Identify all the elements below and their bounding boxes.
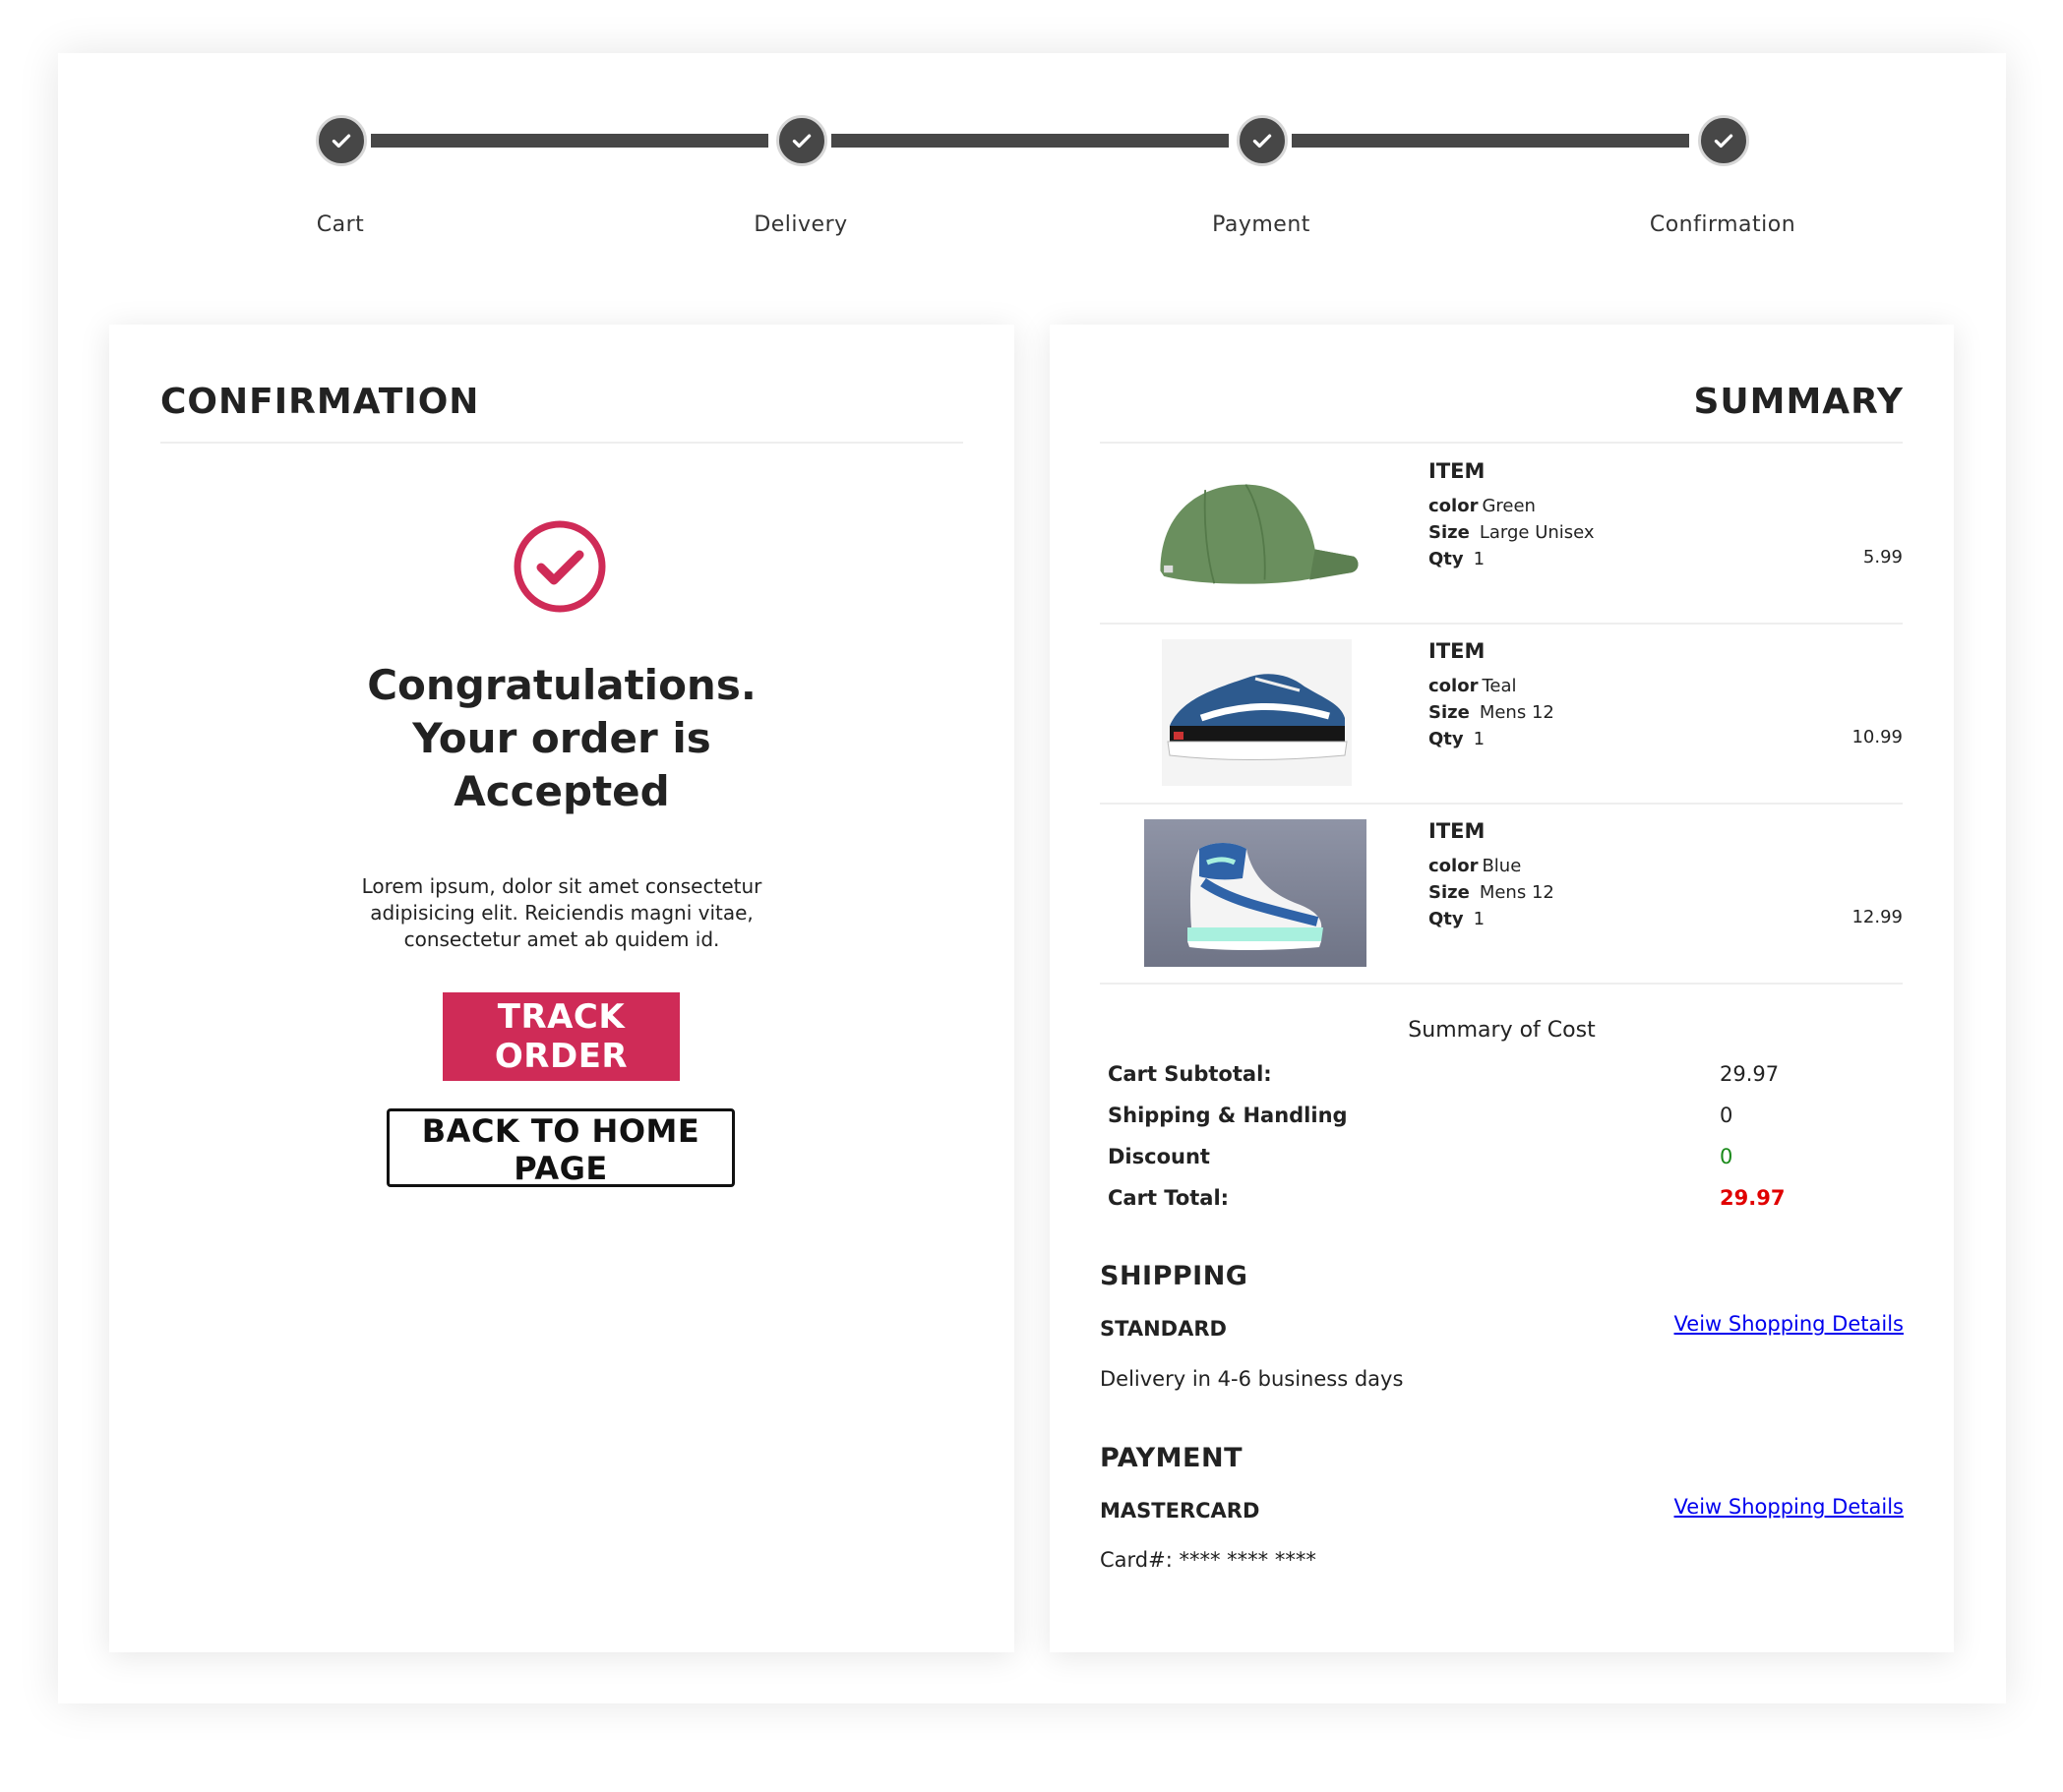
cart-item: ITEM color Green Size Large Unisex Qty 1 5.…: [1100, 443, 1903, 623]
item-title: ITEM: [1428, 459, 1486, 483]
payment-method: MASTERCARD: [1100, 1499, 1260, 1523]
item-color-label: color: [1428, 676, 1479, 696]
checkout-stepper: Cart Delivery Payment Confirmation: [58, 53, 2006, 309]
item-size: Mens 12: [1479, 882, 1554, 903]
shipping-title: SHIPPING: [1100, 1261, 1248, 1291]
item-color-label: color: [1428, 856, 1479, 876]
step-payment-check-icon: [1237, 115, 1288, 166]
cost-total-value: 29.97: [1720, 1186, 1786, 1210]
success-check-icon: [514, 520, 606, 613]
item-qty: 1: [1473, 549, 1486, 569]
divider: [160, 442, 963, 444]
item-color: Blue: [1482, 856, 1522, 876]
green-cap-image: [1160, 484, 1359, 584]
step-label-cart: Cart: [316, 212, 365, 237]
confirmation-panel: CONFIRMATION Congratulations. Your order…: [109, 325, 1014, 1652]
item-title: ITEM: [1428, 639, 1486, 663]
success-heading: Congratulations. Your order is Accepted: [267, 659, 857, 818]
item-size-label: Size: [1428, 522, 1470, 543]
step-confirmation-check-icon: [1698, 115, 1749, 166]
confirmation-title: CONFIRMATION: [160, 382, 480, 422]
item-size-label: Size: [1428, 882, 1470, 903]
item-price: 10.99: [1851, 727, 1903, 747]
item-color: Green: [1482, 496, 1536, 516]
cost-discount-label: Discount: [1108, 1145, 1210, 1168]
cost-shipping-value: 0: [1720, 1104, 1733, 1127]
item-details: ITEM color Green Size Large Unisex Qty 1: [1428, 458, 1595, 572]
cost-subtotal-label: Cart Subtotal:: [1108, 1062, 1272, 1086]
cost-total-label: Cart Total:: [1108, 1186, 1230, 1210]
success-heading-line: Your order is: [412, 714, 711, 762]
cart-item: ITEM color Blue Size Mens 12 Qty 1 12.99: [1100, 803, 1903, 983]
stepper-line: [831, 134, 1229, 148]
success-heading-line: Accepted: [454, 767, 670, 815]
payment-card-number: Card#: **** **** ****: [1100, 1548, 1316, 1572]
item-price: 12.99: [1851, 907, 1903, 927]
payment-title: PAYMENT: [1100, 1443, 1243, 1473]
item-qty: 1: [1473, 909, 1486, 929]
step-cart-check-icon: [316, 115, 367, 166]
step-delivery-check-icon: [776, 115, 827, 166]
item-qty-label: Qty: [1428, 909, 1464, 929]
stepper-line: [1292, 134, 1689, 148]
cost-shipping-label: Shipping & Handling: [1108, 1104, 1348, 1127]
checkout-container: Cart Delivery Payment Confirmation CONFI…: [58, 53, 2006, 1703]
view-payment-details-link[interactable]: Veiw Shopping Details: [1674, 1495, 1904, 1519]
step-label-delivery: Delivery: [754, 212, 848, 237]
cost-discount-value: 0: [1720, 1145, 1733, 1168]
divider: [1100, 983, 1903, 985]
blue-skate-shoe-image: [1162, 639, 1352, 786]
cost-summary-title: Summary of Cost: [1408, 1018, 1596, 1043]
summary-panel: SUMMARY ITEM color Green Size Large Unisex…: [1050, 325, 1954, 1652]
item-color-label: color: [1428, 496, 1479, 516]
step-label-payment: Payment: [1212, 212, 1310, 237]
confirmation-message: Lorem ipsum, dolor sit amet consectetur …: [361, 874, 762, 951]
stepper-line: [371, 134, 768, 148]
shipping-details: Delivery in 4-6 business days: [1100, 1367, 1404, 1391]
step-label-confirmation: Confirmation: [1649, 212, 1796, 237]
high-top-sneaker-image: [1144, 819, 1366, 967]
shipping-method: STANDARD: [1100, 1317, 1227, 1341]
item-price: 5.99: [1862, 547, 1903, 567]
item-qty-label: Qty: [1428, 729, 1464, 749]
item-color: Teal: [1482, 676, 1517, 696]
item-size: Mens 12: [1479, 702, 1554, 723]
view-shipping-details-link[interactable]: Veiw Shopping Details: [1674, 1312, 1904, 1336]
summary-title: SUMMARY: [1693, 382, 1904, 422]
back-to-home-button[interactable]: BACK TO HOME PAGE: [387, 1108, 735, 1187]
item-qty: 1: [1473, 729, 1486, 749]
cost-subtotal-value: 29.97: [1720, 1062, 1780, 1086]
item-size: Large Unisex: [1479, 522, 1595, 543]
success-heading-line: Congratulations.: [367, 661, 757, 709]
item-title: ITEM: [1428, 819, 1486, 843]
item-qty-label: Qty: [1428, 549, 1464, 569]
track-order-button[interactable]: TRACK ORDER: [443, 992, 680, 1081]
item-details: ITEM color Teal Size Mens 12 Qty 1: [1428, 638, 1554, 752]
item-details: ITEM color Blue Size Mens 12 Qty 1: [1428, 818, 1554, 932]
cart-item: ITEM color Teal Size Mens 12 Qty 1 10.99: [1100, 623, 1903, 803]
item-size-label: Size: [1428, 702, 1470, 723]
